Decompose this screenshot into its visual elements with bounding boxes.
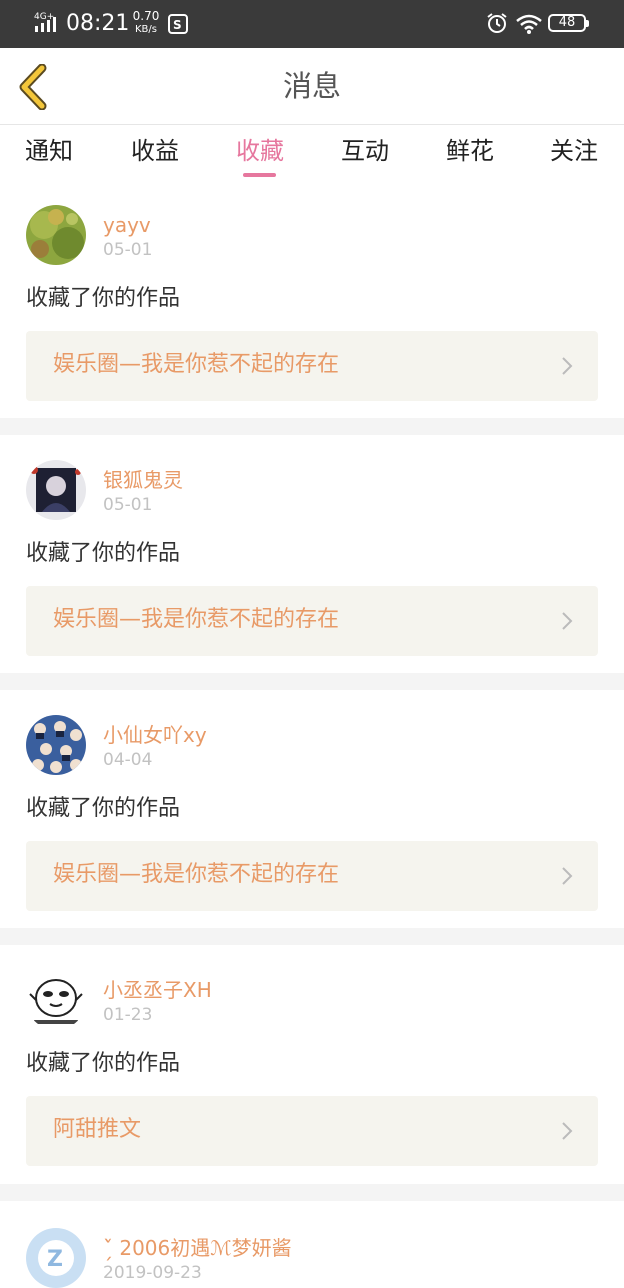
avatar[interactable]: Z [26,1228,86,1288]
avatar[interactable] [26,205,86,265]
work-link[interactable]: 娱乐圈—我是你惹不起的存在 [26,331,598,401]
tab-flowers[interactable]: 鲜花 [418,135,522,167]
avatar[interactable] [26,460,86,520]
avatar-image [26,970,86,1030]
page-title: 消息 [282,69,341,103]
timestamp: 04-04 [103,750,153,770]
divider [0,1184,624,1201]
chevron-right-icon [562,612,573,630]
avatar[interactable] [26,970,86,1030]
chevron-right-icon [562,867,573,885]
battery-icon: 48 [548,14,589,32]
network-speed-unit: KB/s [135,24,157,35]
avatar-image [26,460,86,520]
timestamp: 05-01 [103,495,153,515]
tab-notice[interactable]: 通知 [0,135,101,167]
tab-earnings[interactable]: 收益 [103,135,207,167]
work-link[interactable]: 娱乐圈—我是你惹不起的存在 [26,841,598,911]
svg-text:Z: Z [47,1247,63,1272]
divider [0,673,624,690]
wifi-icon [516,14,542,34]
network-speed: 0.70 KB/s [132,10,160,36]
network-type: 4G+ [34,12,54,22]
work-title: 娱乐圈—我是你惹不起的存在 [53,607,340,632]
username[interactable]: ˇ̗̀ 2006初遇ℳ梦妍酱 [103,1236,292,1260]
tab-favorites[interactable]: 收藏 [208,135,312,167]
divider [0,418,624,435]
list-item: Z ˇ̗̀ 2006初遇ℳ梦妍酱 2019-09-23 [0,1201,624,1288]
tab-bar: 通知 收益 收藏 互动 鲜花 关注 [0,125,624,183]
work-link[interactable]: 娱乐圈—我是你惹不起的存在 [26,586,598,656]
timestamp: 01-23 [103,1005,153,1025]
action-text: 收藏了你的作品 [26,286,181,311]
network-speed-value: 0.70 [132,9,160,23]
timestamp: 2019-09-23 [103,1263,202,1283]
list-item: 小仙女吖xy 04-04 收藏了你的作品 娱乐圈—我是你惹不起的存在 [0,690,624,928]
list-item: 银狐鬼灵 05-01 收藏了你的作品 娱乐圈—我是你惹不起的存在 [0,435,624,673]
work-title: 娱乐圈—我是你惹不起的存在 [53,862,340,887]
tab-interaction[interactable]: 互动 [313,135,417,167]
avatar-image [26,715,86,775]
username[interactable]: 小仙女吖xy [103,723,207,747]
app-notification-icon: S [168,14,188,34]
avatar[interactable] [26,715,86,775]
signal-icon: 4G+ [34,12,56,32]
username[interactable]: 银狐鬼灵 [103,468,183,492]
work-title: 阿甜推文 [53,1117,142,1142]
list-item: 小丞丞子XH 01-23 收藏了你的作品 阿甜推文 [0,945,624,1184]
action-text: 收藏了你的作品 [26,796,181,821]
tab-follow[interactable]: 关注 [522,135,624,167]
chevron-right-icon [562,1122,573,1140]
status-bar: 4G+ 08:21 0.70 KB/s S 48 [0,0,624,48]
list-item: yayv 05-01 收藏了你的作品 娱乐圈—我是你惹不起的存在 [0,183,624,418]
divider [0,928,624,945]
username[interactable]: 小丞丞子XH [103,978,212,1002]
app-header: 消息 [0,48,624,125]
avatar-image: Z [26,1228,86,1288]
work-link[interactable]: 阿甜推文 [26,1096,598,1166]
alarm-icon [487,13,507,33]
status-time: 08:21 [66,11,130,36]
timestamp: 05-01 [103,240,153,260]
username[interactable]: yayv [103,213,151,237]
active-tab-indicator [243,173,276,177]
work-title: 娱乐圈—我是你惹不起的存在 [53,352,340,377]
chevron-right-icon [562,357,573,375]
svg-text:S: S [173,18,182,32]
action-text: 收藏了你的作品 [26,1051,181,1076]
avatar-image [26,205,86,265]
action-text: 收藏了你的作品 [26,541,181,566]
